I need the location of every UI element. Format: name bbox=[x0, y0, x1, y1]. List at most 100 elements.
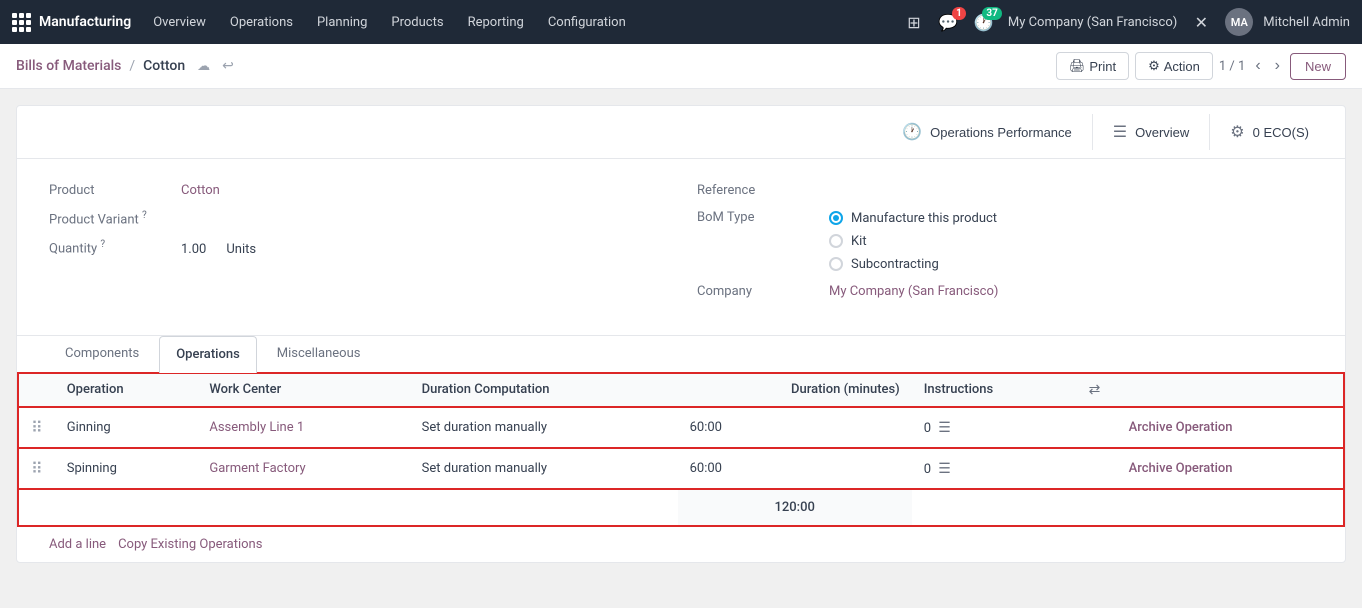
operations-table-wrap: Operation Work Center Duration Computati… bbox=[17, 372, 1345, 527]
bom-type-radio-group: Manufacture this product Kit Subcontract… bbox=[829, 211, 997, 272]
product-label: Product bbox=[49, 183, 169, 198]
grid-icon bbox=[12, 13, 31, 32]
row1-instructions-icon[interactable]: ☰ bbox=[938, 419, 951, 436]
company-value[interactable]: My Company (San Francisco) bbox=[829, 284, 998, 299]
nav-reporting[interactable]: Reporting bbox=[458, 11, 534, 34]
product-variant-label: Product Variant ? bbox=[49, 210, 169, 227]
product-field: Product Cotton bbox=[49, 183, 665, 198]
bom-type-field: BoM Type Manufacture this product Kit bbox=[697, 210, 1313, 272]
nav-products[interactable]: Products bbox=[381, 11, 453, 34]
row2-archive[interactable]: Archive Operation bbox=[1117, 448, 1344, 489]
printer-icon: 🖨 bbox=[1069, 58, 1086, 74]
total-value: 120:00 bbox=[678, 489, 912, 526]
row1-archive[interactable]: Archive Operation bbox=[1117, 407, 1344, 448]
row2-instructions: 0 ☰ bbox=[912, 448, 1077, 489]
reference-label: Reference bbox=[697, 183, 817, 198]
row2-handle[interactable]: ⠿ bbox=[18, 448, 55, 489]
radio-kit-circle bbox=[829, 234, 843, 248]
row1-operation[interactable]: Ginning bbox=[55, 407, 198, 448]
copy-existing-link[interactable]: Copy Existing Operations bbox=[118, 537, 262, 552]
activity-btn[interactable]: 🕐 37 bbox=[974, 13, 994, 32]
row1-work-center[interactable]: Assembly Line 1 bbox=[197, 407, 409, 448]
tab-operations[interactable]: Operations bbox=[159, 336, 257, 373]
th-handle bbox=[18, 373, 55, 407]
apps-icon[interactable]: ⊞ bbox=[900, 8, 928, 36]
bom-type-label: BoM Type bbox=[697, 210, 817, 225]
undo-icon[interactable]: ↩ bbox=[222, 58, 234, 74]
radio-subcontracting-circle bbox=[829, 257, 843, 271]
next-arrow[interactable]: › bbox=[1271, 55, 1284, 77]
new-button[interactable]: New bbox=[1290, 53, 1346, 80]
pagination-info: 1 / 1 bbox=[1219, 59, 1245, 74]
navbar: Manufacturing Overview Operations Planni… bbox=[0, 0, 1362, 44]
add-line-link[interactable]: Add a line bbox=[49, 537, 106, 552]
row2-instructions-icon[interactable]: ☰ bbox=[938, 460, 951, 477]
prev-arrow[interactable]: ‹ bbox=[1251, 55, 1264, 77]
user-name: Mitchell Admin bbox=[1263, 15, 1350, 30]
eco-count: 0 bbox=[1253, 125, 1260, 140]
nav-operations[interactable]: Operations bbox=[220, 11, 303, 34]
print-button[interactable]: 🖨 Print bbox=[1056, 52, 1129, 80]
cloud-icon[interactable]: ☁ bbox=[197, 59, 210, 74]
reference-field: Reference bbox=[697, 183, 1313, 198]
clock-icon: 🕐 bbox=[902, 122, 922, 142]
row2-work-center[interactable]: Garment Factory bbox=[197, 448, 409, 489]
radio-manufacture-circle bbox=[829, 211, 843, 225]
tab-components[interactable]: Components bbox=[49, 336, 155, 373]
row2-settings-col bbox=[1077, 448, 1117, 489]
brand[interactable]: Manufacturing bbox=[12, 13, 131, 32]
nav-planning[interactable]: Planning bbox=[307, 11, 377, 34]
action-button[interactable]: ⚙ Action bbox=[1135, 52, 1213, 80]
radio-manufacture-dot bbox=[833, 215, 839, 221]
table-row: ⠿ Spinning Garment Factory Set duration … bbox=[18, 448, 1344, 489]
nav-overview[interactable]: Overview bbox=[143, 11, 216, 34]
avatar-initials: MA bbox=[1231, 16, 1248, 29]
breadcrumb-bar: Bills of Materials / Cotton ☁ ↩ 🖨 Print … bbox=[0, 44, 1362, 89]
th-instructions: Instructions bbox=[912, 373, 1077, 407]
th-actions bbox=[1117, 373, 1344, 407]
overview-btn[interactable]: ☰ Overview bbox=[1093, 114, 1211, 150]
action-buttons-row: 🕐 Operations Performance ☰ Overview ⚙ 0 … bbox=[17, 106, 1345, 159]
chat-badge: 1 bbox=[952, 7, 966, 20]
quantity-value[interactable]: 1.00 bbox=[181, 242, 206, 257]
quantity-field: Quantity ? 1.00 Units bbox=[49, 239, 665, 256]
operations-performance-btn[interactable]: 🕐 Operations Performance bbox=[882, 114, 1093, 150]
form-body: Product Cotton Product Variant ? Quantit… bbox=[17, 159, 1345, 335]
row1-duration-minutes: 60:00 bbox=[678, 407, 912, 448]
breadcrumb-link[interactable]: Bills of Materials bbox=[16, 58, 121, 74]
settings-icon[interactable]: ✕ bbox=[1187, 8, 1215, 36]
radio-subcontracting-label: Subcontracting bbox=[851, 257, 939, 272]
th-work-center: Work Center bbox=[197, 373, 409, 407]
navbar-right: ⊞ 💬 1 🕐 37 My Company (San Francisco) ✕ … bbox=[900, 8, 1350, 36]
add-row-actions: Add a line Copy Existing Operations bbox=[17, 527, 1345, 562]
eco-btn[interactable]: ⚙ 0 ECO(S) bbox=[1210, 114, 1329, 150]
quantity-unit[interactable]: Units bbox=[226, 242, 256, 257]
total-spacer2 bbox=[912, 489, 1344, 526]
drag-handle-icon: ⠿ bbox=[31, 418, 43, 437]
radio-kit-label: Kit bbox=[851, 234, 867, 249]
radio-subcontracting[interactable]: Subcontracting bbox=[829, 257, 997, 272]
left-col: Product Cotton Product Variant ? Quantit… bbox=[49, 183, 665, 311]
th-operation: Operation bbox=[55, 373, 198, 407]
company-name: My Company (San Francisco) bbox=[1008, 15, 1177, 30]
right-col: Reference BoM Type Manufacture this prod… bbox=[697, 183, 1313, 311]
avatar[interactable]: MA bbox=[1225, 8, 1253, 36]
product-variant-field: Product Variant ? bbox=[49, 210, 665, 227]
radio-kit[interactable]: Kit bbox=[829, 234, 997, 249]
product-value[interactable]: Cotton bbox=[181, 183, 220, 198]
operations-table-body: ⠿ Ginning Assembly Line 1 Set duration m… bbox=[18, 407, 1344, 526]
column-settings-icon[interactable]: ⇄ bbox=[1089, 382, 1101, 398]
tab-miscellaneous[interactable]: Miscellaneous bbox=[261, 336, 377, 373]
row2-duration-computation: Set duration manually bbox=[410, 448, 678, 489]
radio-manufacture[interactable]: Manufacture this product bbox=[829, 211, 997, 226]
nav-configuration[interactable]: Configuration bbox=[538, 11, 636, 34]
row2-operation[interactable]: Spinning bbox=[55, 448, 198, 489]
eco-label: ECO(S) bbox=[1264, 125, 1310, 140]
table-header-row: Operation Work Center Duration Computati… bbox=[18, 373, 1344, 407]
row1-handle[interactable]: ⠿ bbox=[18, 407, 55, 448]
th-duration-computation: Duration Computation bbox=[410, 373, 678, 407]
chat-btn[interactable]: 💬 1 bbox=[938, 13, 958, 32]
form-card: 🕐 Operations Performance ☰ Overview ⚙ 0 … bbox=[16, 105, 1346, 563]
main-content: 🕐 Operations Performance ☰ Overview ⚙ 0 … bbox=[0, 89, 1362, 608]
list-icon: ☰ bbox=[1113, 122, 1127, 142]
